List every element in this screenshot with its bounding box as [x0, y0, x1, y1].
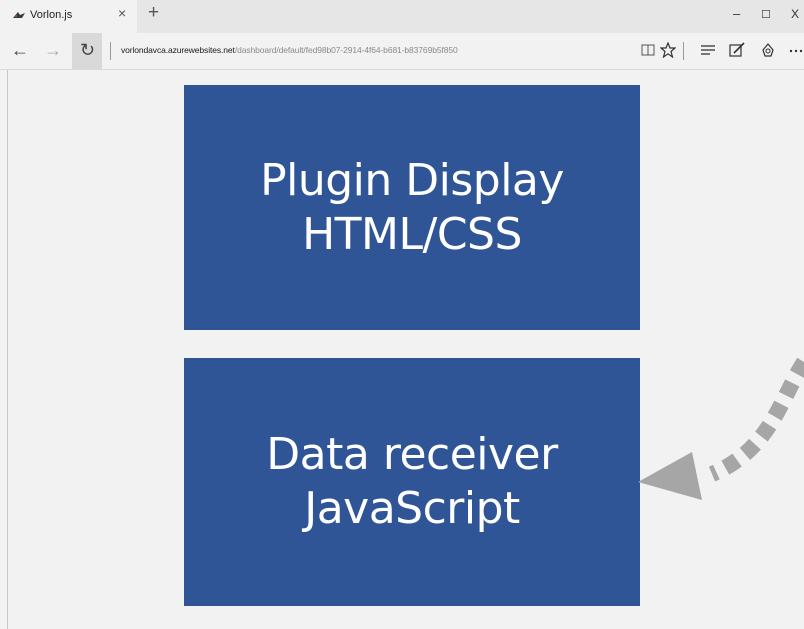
close-window-icon[interactable]: X	[791, 7, 799, 21]
share-icon[interactable]	[760, 42, 776, 58]
url-path: /dashboard/default/fed98b07-2914-4f64-b6…	[234, 45, 458, 55]
reading-view-icon[interactable]	[641, 43, 655, 57]
plugin-display-line1: Plugin Display	[260, 154, 564, 206]
address-bar[interactable]: vorlondavca.azurewebsites.net/dashboard/…	[121, 45, 458, 55]
plugin-display-block: Plugin Display HTML/CSS	[184, 85, 640, 330]
more-icon[interactable]	[789, 49, 803, 53]
refresh-button[interactable]: ↻	[72, 33, 102, 69]
url-host: vorlondavca.azurewebsites.net	[121, 45, 235, 55]
web-note-icon[interactable]	[729, 42, 745, 58]
refresh-icon: ↻	[80, 40, 96, 60]
dashed-arrow-icon	[638, 357, 804, 500]
back-icon[interactable]: ←	[11, 40, 29, 61]
browser-tab[interactable]: Vorlon.js ×	[0, 0, 137, 33]
tab-close-icon[interactable]: ×	[118, 5, 126, 21]
hub-icon[interactable]	[701, 44, 715, 56]
data-receiver-line2: JavaScript	[304, 483, 520, 534]
toolbar-divider	[683, 42, 684, 60]
plugin-display-line2: HTML/CSS	[302, 208, 522, 260]
navigation-bar: ← → ↻ vorlondavca.azurewebsites.net/dash…	[0, 33, 804, 70]
vorlon-favicon-icon	[13, 12, 25, 18]
title-bar: Vorlon.js × + – ☐ X	[0, 0, 804, 33]
favorite-star-icon[interactable]	[660, 42, 676, 58]
tab-title: Vorlon.js	[30, 9, 73, 21]
forward-icon[interactable]: →	[44, 40, 62, 61]
address-divider	[110, 42, 111, 60]
data-receiver-line1: Data receiver	[266, 429, 558, 480]
maximize-icon[interactable]: ☐	[761, 8, 771, 21]
new-tab-icon[interactable]: +	[148, 2, 159, 24]
minimize-icon[interactable]: –	[733, 6, 740, 21]
data-receiver-block: Data receiver JavaScript	[184, 358, 640, 606]
